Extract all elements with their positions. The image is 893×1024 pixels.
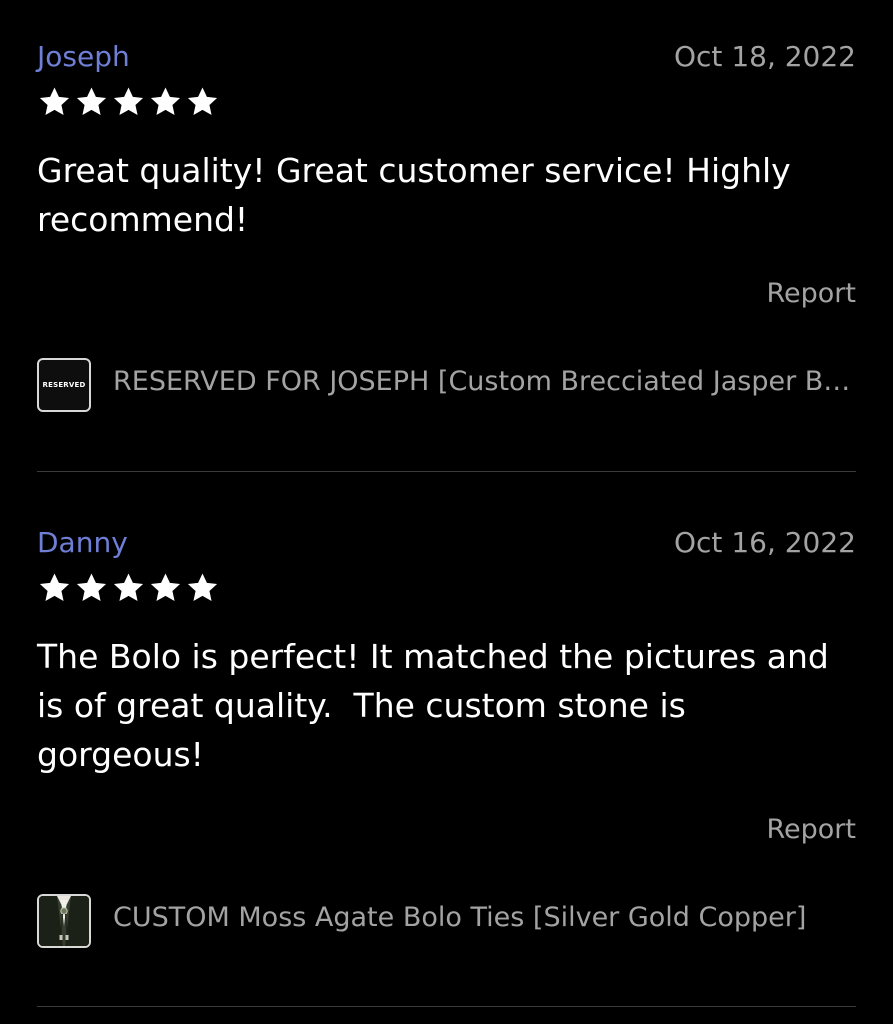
thumbnail-label: RESERVED	[42, 381, 86, 389]
review-text: Great quality! Great customer service! H…	[37, 151, 802, 239]
star-rating	[37, 571, 220, 605]
star-icon	[39, 573, 70, 602]
star-icon	[150, 87, 181, 116]
reviewed-item-link[interactable]: RESERVED RESERVED FOR JOSEPH [Custom Bre…	[37, 358, 856, 416]
star-icon	[76, 573, 107, 602]
review-header: Danny Oct 16, 2022	[37, 524, 856, 564]
reserved-listing-thumbnail-icon: RESERVED	[37, 358, 91, 412]
review-text: The Bolo is perfect! It matched the pict…	[37, 637, 840, 774]
star-rating	[37, 85, 220, 119]
item-title: CUSTOM Moss Agate Bolo Ties [Silver Gold…	[113, 902, 807, 933]
reviewer-name[interactable]: Joseph	[37, 40, 130, 73]
bolo-tie-photo-icon	[39, 896, 89, 946]
star-icon	[113, 573, 144, 602]
bolo-tie-photo-thumbnail-icon	[37, 894, 91, 948]
report-link[interactable]: Report	[766, 278, 856, 309]
star-icon	[113, 87, 144, 116]
star-icon	[39, 87, 70, 116]
reviewer-name[interactable]: Danny	[37, 526, 128, 559]
review-date: Oct 16, 2022	[674, 526, 856, 559]
star-icon	[187, 87, 218, 116]
report-link[interactable]: Report	[766, 814, 856, 845]
review-card: Danny Oct 16, 2022 The Bolo is perfect! …	[37, 524, 856, 948]
review-card: Joseph Oct 18, 2022 Great quality! Great…	[37, 38, 856, 412]
reviewed-item-link[interactable]: CUSTOM Moss Agate Bolo Ties [Silver Gold…	[37, 894, 856, 952]
star-icon	[187, 573, 218, 602]
review-header: Joseph Oct 18, 2022	[37, 38, 856, 78]
divider	[37, 1006, 856, 1007]
star-icon	[76, 87, 107, 116]
item-title: RESERVED FOR JOSEPH [Custom Brecciated J…	[113, 366, 856, 397]
review-date: Oct 18, 2022	[674, 40, 856, 73]
divider	[37, 471, 856, 472]
star-icon	[150, 573, 181, 602]
